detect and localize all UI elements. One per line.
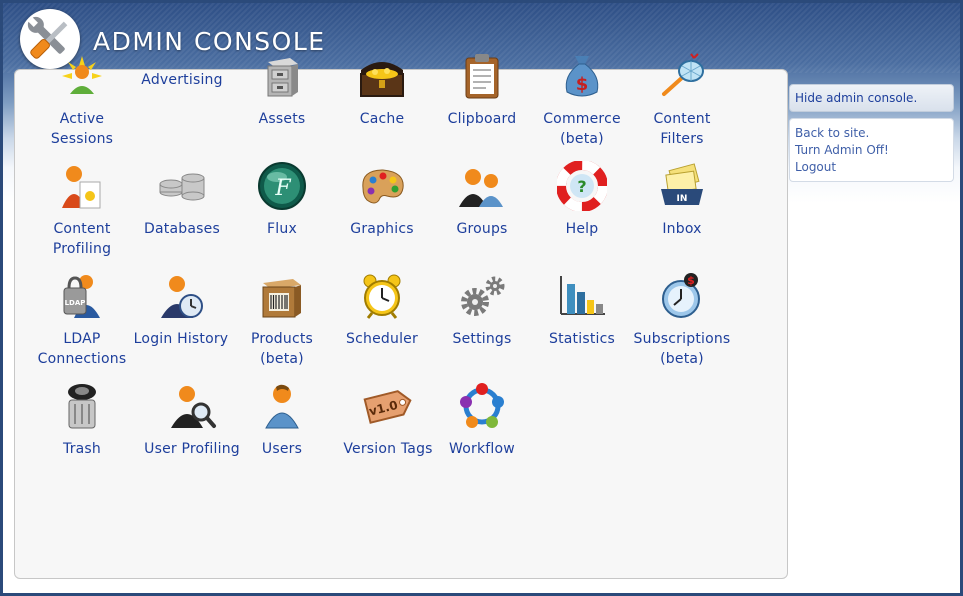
tool-graphics[interactable]: Graphics — [332, 169, 432, 239]
tool-clipboard[interactable]: Clipboard — [432, 54, 532, 129]
tool-label: Sessions — [50, 131, 114, 147]
tool-label: (beta) — [260, 351, 304, 367]
tool-label: (beta) — [660, 351, 704, 367]
tool-groups[interactable]: Groups — [432, 169, 532, 239]
tool-label: LDAP — [63, 331, 101, 347]
back-to-site-link[interactable]: Back to site. — [795, 125, 953, 142]
tool-content-profiling[interactable]: Content Profiling — [32, 166, 132, 259]
svg-text:?: ? — [577, 177, 586, 196]
tool-label: Connections — [37, 351, 127, 367]
tool-label: Cache — [359, 111, 405, 127]
svg-text:$: $ — [687, 274, 695, 287]
tool-content-filters[interactable]: Content Filters — [632, 53, 732, 149]
tool-commerce[interactable]: $ Commerce (beta) — [532, 56, 632, 149]
tool-subscriptions[interactable]: $ Subscriptions (beta) — [628, 273, 736, 369]
tool-products[interactable]: Products (beta) — [232, 279, 332, 369]
workflow-icon — [432, 381, 532, 439]
trash-can-icon — [32, 381, 132, 439]
tool-label: Version Tags — [343, 441, 433, 457]
filing-cabinet-icon — [232, 51, 332, 109]
tool-label: Graphics — [350, 221, 414, 237]
tool-label: Groups — [456, 221, 508, 237]
tool-trash[interactable]: Trash — [32, 384, 132, 459]
tool-databases[interactable]: Databases — [132, 173, 232, 239]
tool-label: Content — [653, 111, 711, 127]
tool-ldap[interactable]: LDAP LDAP Connections — [32, 275, 132, 369]
tool-flux[interactable]: F Flux — [232, 162, 332, 239]
tool-label: Scheduler — [346, 331, 418, 347]
tool-scheduler[interactable]: Scheduler — [332, 274, 432, 349]
tool-label: Login History — [133, 331, 229, 347]
svg-text:LDAP: LDAP — [65, 299, 86, 307]
tool-label: Workflow — [449, 441, 515, 457]
tool-label: Statistics — [549, 331, 615, 347]
tool-label: Products — [250, 331, 314, 347]
database-icon — [132, 161, 232, 219]
alarm-clock-icon — [332, 271, 432, 329]
life-ring-icon: ? — [532, 161, 632, 219]
subscription-clock-icon: $ — [628, 271, 736, 329]
gears-icon — [432, 271, 532, 329]
tool-label: Users — [261, 441, 303, 457]
money-bag-icon: $ — [532, 51, 632, 109]
svg-text:$: $ — [576, 74, 589, 95]
barcode-box-icon — [232, 271, 332, 329]
tool-users[interactable]: Users — [232, 384, 332, 459]
tool-label: Databases — [144, 221, 220, 237]
tool-label: Subscriptions — [633, 331, 731, 347]
tool-label: Content — [53, 221, 111, 237]
tool-active-sessions[interactable]: Active Sessions — [32, 56, 132, 149]
tool-version-tags[interactable]: v1.0 Version Tags — [336, 390, 440, 459]
svg-text:IN: IN — [677, 194, 688, 204]
tool-workflow[interactable]: Workflow — [432, 383, 532, 459]
tool-label: Active — [59, 111, 105, 127]
tool-label: Assets — [258, 111, 306, 127]
active-sessions-icon — [32, 51, 132, 109]
treasure-chest-icon — [332, 51, 432, 109]
hide-admin-console-link[interactable]: Hide admin console. — [789, 84, 954, 112]
ldap-user-icon: LDAP — [32, 271, 132, 329]
tool-label: Advertising — [141, 72, 223, 88]
tool-label: Profiling — [52, 241, 112, 257]
clipboard-icon — [432, 51, 532, 109]
inbox-tray-icon: IN — [632, 161, 732, 219]
svg-text:F: F — [274, 176, 291, 201]
tool-label: Help — [565, 221, 599, 237]
tool-assets[interactable]: Assets — [232, 58, 332, 129]
login-history-icon — [126, 271, 236, 329]
tool-label: Filters — [660, 131, 704, 147]
tool-advertising[interactable]: Advertising — [132, 70, 232, 90]
tool-login-history[interactable]: Login History — [126, 276, 236, 349]
tool-cache[interactable]: Cache — [332, 62, 432, 129]
flux-icon: F — [232, 161, 332, 219]
admin-links-box: Back to site. Turn Admin Off! Logout — [789, 118, 954, 182]
tool-label: Trash — [63, 441, 101, 457]
tool-label: Commerce — [543, 111, 621, 127]
tool-label: Clipboard — [447, 111, 517, 127]
admin-console-window: ADMIN CONSOLE Active Sessions Advertising A… — [0, 0, 963, 596]
net-icon — [632, 51, 732, 109]
tool-help[interactable]: ? Help — [532, 161, 632, 239]
tool-label: Settings — [452, 331, 512, 347]
tool-statistics[interactable]: Statistics — [532, 276, 632, 349]
bar-chart-icon — [532, 271, 632, 329]
tool-label: Flux — [267, 221, 297, 237]
content-profiling-icon — [32, 161, 132, 219]
logout-link[interactable]: Logout — [795, 159, 953, 176]
turn-admin-off-link[interactable]: Turn Admin Off! — [795, 142, 953, 159]
version-tag-icon: v1.0 — [336, 381, 440, 439]
group-users-icon — [432, 161, 532, 219]
user-icon — [232, 381, 332, 439]
tool-inbox[interactable]: IN Inbox — [632, 163, 732, 239]
tool-label: (beta) — [560, 131, 604, 147]
tool-label: Inbox — [662, 221, 702, 237]
paint-palette-icon — [332, 161, 432, 219]
tool-settings[interactable]: Settings — [432, 276, 532, 349]
